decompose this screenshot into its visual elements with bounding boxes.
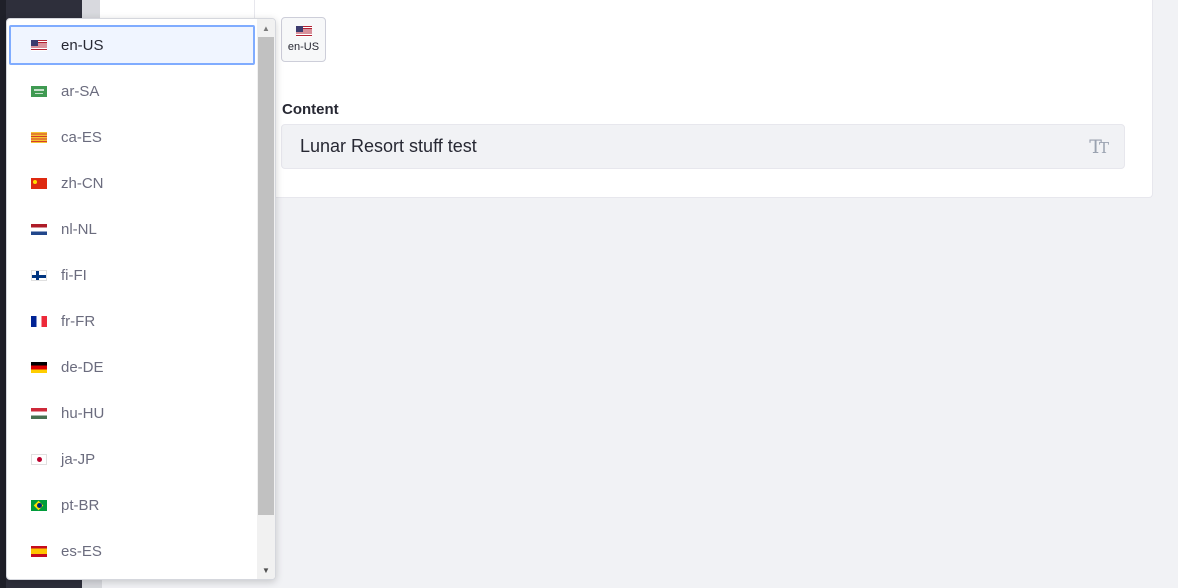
content-value: Lunar Resort stuff test [300, 136, 477, 156]
locale-option-ar-sa[interactable]: ar-SA [9, 71, 255, 111]
locale-option-label: pt-BR [61, 496, 100, 514]
locale-code: en-US [287, 41, 320, 53]
flag-de-icon [31, 361, 47, 373]
locale-option-en-us[interactable]: en-US [9, 25, 255, 65]
locale-option-label: de-DE [61, 358, 104, 376]
text-format-icon[interactable]: TT [1089, 136, 1109, 158]
locale-option-ca-es[interactable]: ca-ES [9, 117, 255, 157]
locale-option-fi-fi[interactable]: fi-FI [9, 255, 255, 295]
locale-option-ja-jp[interactable]: ja-JP [9, 439, 255, 479]
locale-dropdown: en-US ar-SA ca-ES zh-CN nl-NL fi-FI fr-FR de-DE… [6, 18, 276, 580]
locale-option-label: fi-FI [61, 266, 87, 284]
locale-option-label: hu-HU [61, 404, 105, 422]
flag-br-icon [31, 499, 47, 511]
flag-es-icon [31, 545, 47, 557]
flag-sa-icon [31, 85, 47, 97]
dropdown-scrollbar[interactable]: ▲ ▼ [257, 19, 275, 579]
scroll-thumb[interactable] [258, 37, 274, 515]
flag-fr-icon [31, 315, 47, 327]
locale-option-label: zh-CN [61, 174, 104, 192]
locale-option-de-de[interactable]: de-DE [9, 347, 255, 387]
content-input[interactable]: Lunar Resort stuff test TT [281, 124, 1125, 169]
locale-option-hu-hu[interactable]: hu-HU [9, 393, 255, 433]
flag-ca-icon [31, 131, 47, 143]
flag-nl-icon [31, 223, 47, 235]
locale-option-label: ca-ES [61, 128, 102, 146]
content-label: Content [282, 101, 339, 118]
flag-hu-icon [31, 407, 47, 419]
locale-option-label: en-US [61, 36, 104, 54]
locale-option-label: nl-NL [61, 220, 97, 238]
locale-option-fr-fr[interactable]: fr-FR [9, 301, 255, 341]
scroll-down-arrow-icon[interactable]: ▼ [257, 561, 275, 579]
locale-option-es-es[interactable]: es-ES [9, 531, 255, 571]
flag-cn-icon [31, 177, 47, 189]
flag-jp-icon [31, 453, 47, 465]
us-flag-icon [295, 26, 312, 37]
flag-fi-icon [31, 269, 47, 281]
locale-selector-button[interactable]: en-US [281, 17, 326, 62]
locale-option-label: fr-FR [61, 312, 96, 330]
locale-option-label: ja-JP [61, 450, 96, 468]
locale-option-label: ar-SA [61, 82, 100, 100]
locale-option-label: es-ES [61, 542, 102, 560]
flag-us-icon [31, 39, 47, 51]
scroll-up-arrow-icon[interactable]: ▲ [257, 19, 275, 37]
locale-option-nl-nl[interactable]: nl-NL [9, 209, 255, 249]
locale-option-pt-br[interactable]: pt-BR [9, 485, 255, 525]
locale-option-zh-cn[interactable]: zh-CN [9, 163, 255, 203]
